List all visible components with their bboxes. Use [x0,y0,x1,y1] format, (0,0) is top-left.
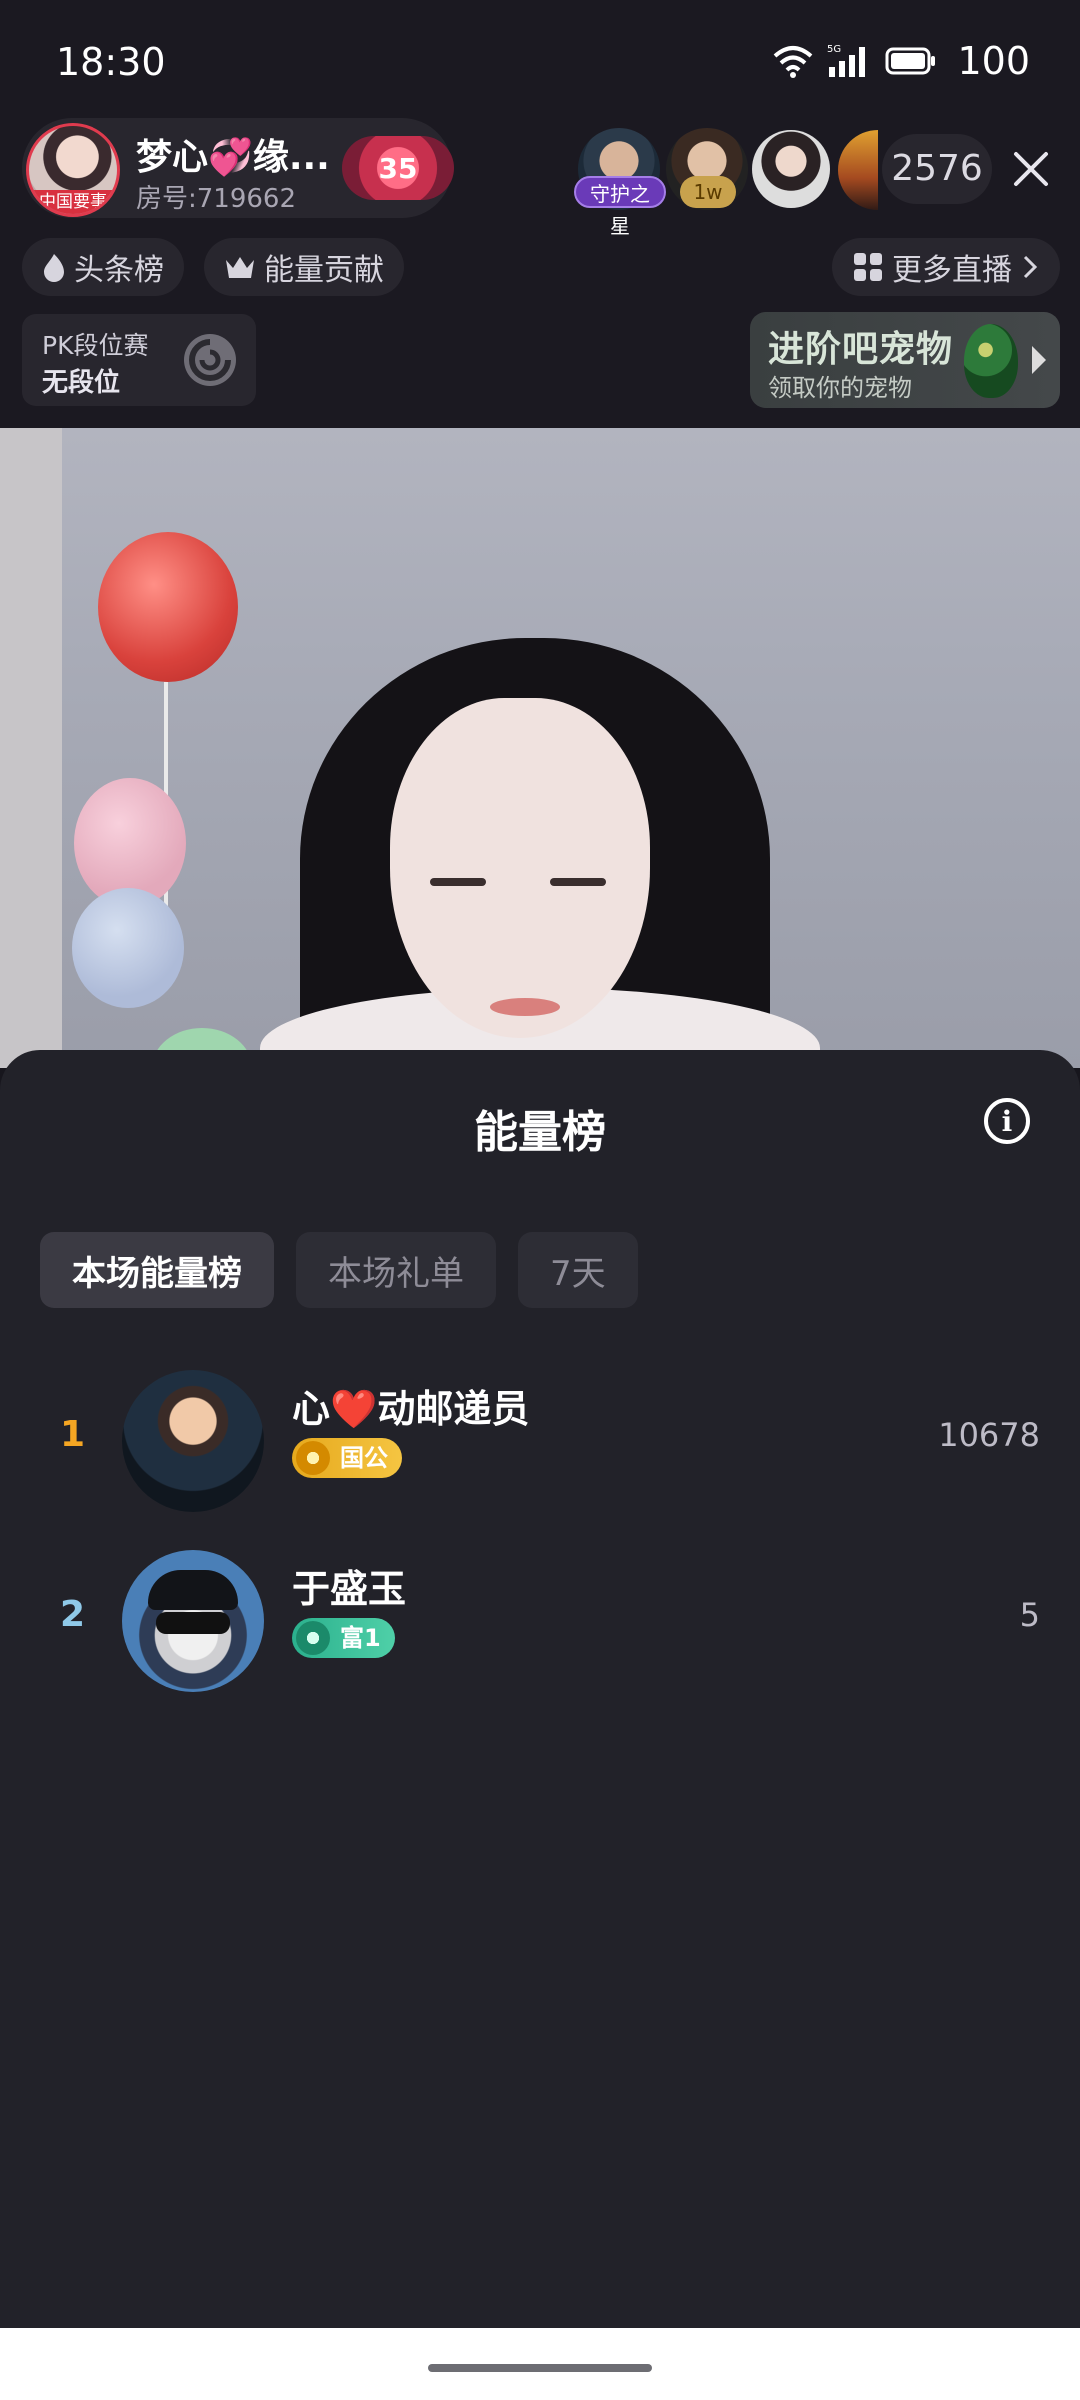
room-number: 房号:719662 [136,184,297,214]
host-avatar[interactable]: 中国要事 [26,123,120,217]
wealth-badge-label: 富1 [340,1624,381,1652]
sunglasses-shape [156,1612,230,1634]
balloon-image [98,532,238,682]
energy-score: 5 [1019,1596,1040,1634]
wealth-badge: 富1 [292,1618,395,1658]
close-icon[interactable] [1008,146,1054,192]
leaderboard-row[interactable]: 1 心❤️动邮递员 国公 10678 [0,1364,1080,1514]
pet-promo-banner[interactable]: 进阶吧宠物 领取你的宠物 [750,312,1060,408]
cellular-signal-icon: 5G [827,44,866,77]
home-indicator[interactable] [428,2364,652,2372]
more-live-button[interactable]: 更多直播 [832,238,1060,296]
energy-score: 10678 [938,1416,1040,1454]
tab-7-days[interactable]: 7天 [518,1232,638,1308]
wifi-icon [774,46,813,78]
eye [430,878,486,886]
headline-chip-label: 头条榜 [74,253,164,288]
pk-rank: 无段位 [42,368,121,398]
pk-rank-card[interactable]: PK段位赛 无段位 [22,314,256,406]
user-avatar[interactable] [122,1370,264,1512]
info-icon[interactable]: i [984,1098,1030,1144]
chevron-right-icon [1023,255,1038,279]
leaderboard-row[interactable]: 2 于盛玉 富1 5 [0,1544,1080,1694]
cap-shape [148,1570,238,1610]
lip [490,998,560,1016]
guard-star-badge: 守护之星 [574,176,666,238]
rank-number: 1 [60,1414,86,1455]
energy-leaderboard-sheet: 能量榜 i 本场能量榜 本场礼单 7天 1 心❤️动邮递员 国公 10678 2 [0,1050,1080,2328]
video-door-frame [0,428,62,1068]
pet-banner-subtitle: 领取你的宠物 [768,374,912,402]
balloon-image [72,888,184,1008]
battery-icon [885,47,936,75]
battery-level: 100 [957,39,1030,83]
pk-title: PK段位赛 [42,331,149,360]
tab-session-gifts[interactable]: 本场礼单 [296,1232,496,1308]
play-arrow-icon [1032,346,1046,374]
energy-contribution-chip-label: 能量贡献 [264,253,384,288]
triangle-gem-icon [296,1621,330,1655]
sheet-title: 能量榜 [474,1107,606,1158]
ranking-chips: 头条榜 能量贡献 [22,238,404,296]
more-live-label: 更多直播 [892,253,1012,288]
energy-contribution-chip[interactable]: 能量贡献 [204,238,404,296]
user-avatar[interactable] [122,1550,264,1692]
status-bar: 18:30 5G 100 [0,0,1080,110]
user-name: 心❤️动邮递员 [292,1387,530,1431]
status-time: 18:30 [56,40,166,84]
host-avatar-tag: 中国要事 [29,190,117,214]
like-count-badge[interactable]: 35 [342,136,454,200]
crown-icon [226,257,254,278]
contribution-1w-badge: 1w [680,176,736,208]
viewer-avatar[interactable] [752,130,830,208]
svg-text:5G: 5G [827,44,841,55]
grid-icon [854,253,882,281]
streamer-face [390,698,650,1038]
host-name: 梦心💞缘... [136,137,330,178]
pet-banner-title: 进阶吧宠物 [768,329,954,370]
leaderboard-tabs: 本场能量榜 本场礼单 7天 [40,1232,638,1308]
user-name: 于盛玉 [292,1567,407,1611]
flame-icon [44,254,64,282]
status-icons: 5G 100 [773,36,1030,86]
noble-badge: 国公 [292,1438,402,1478]
live-video-stream[interactable] [0,428,1080,1068]
pet-egg-icon [964,324,1018,398]
online-count[interactable]: 2576 [882,134,992,204]
pk-swirl-icon [184,334,236,386]
eye [550,878,606,886]
rank-number: 2 [60,1594,86,1635]
tab-session-energy[interactable]: 本场能量榜 [40,1232,274,1308]
live-room-screen: 18:30 5G 100 中国要事 梦心💞缘... 房号:719662 35 守… [0,0,1080,2400]
diamond-icon [296,1441,330,1475]
headline-chip[interactable]: 头条榜 [22,238,184,296]
noble-badge-label: 国公 [340,1444,388,1472]
